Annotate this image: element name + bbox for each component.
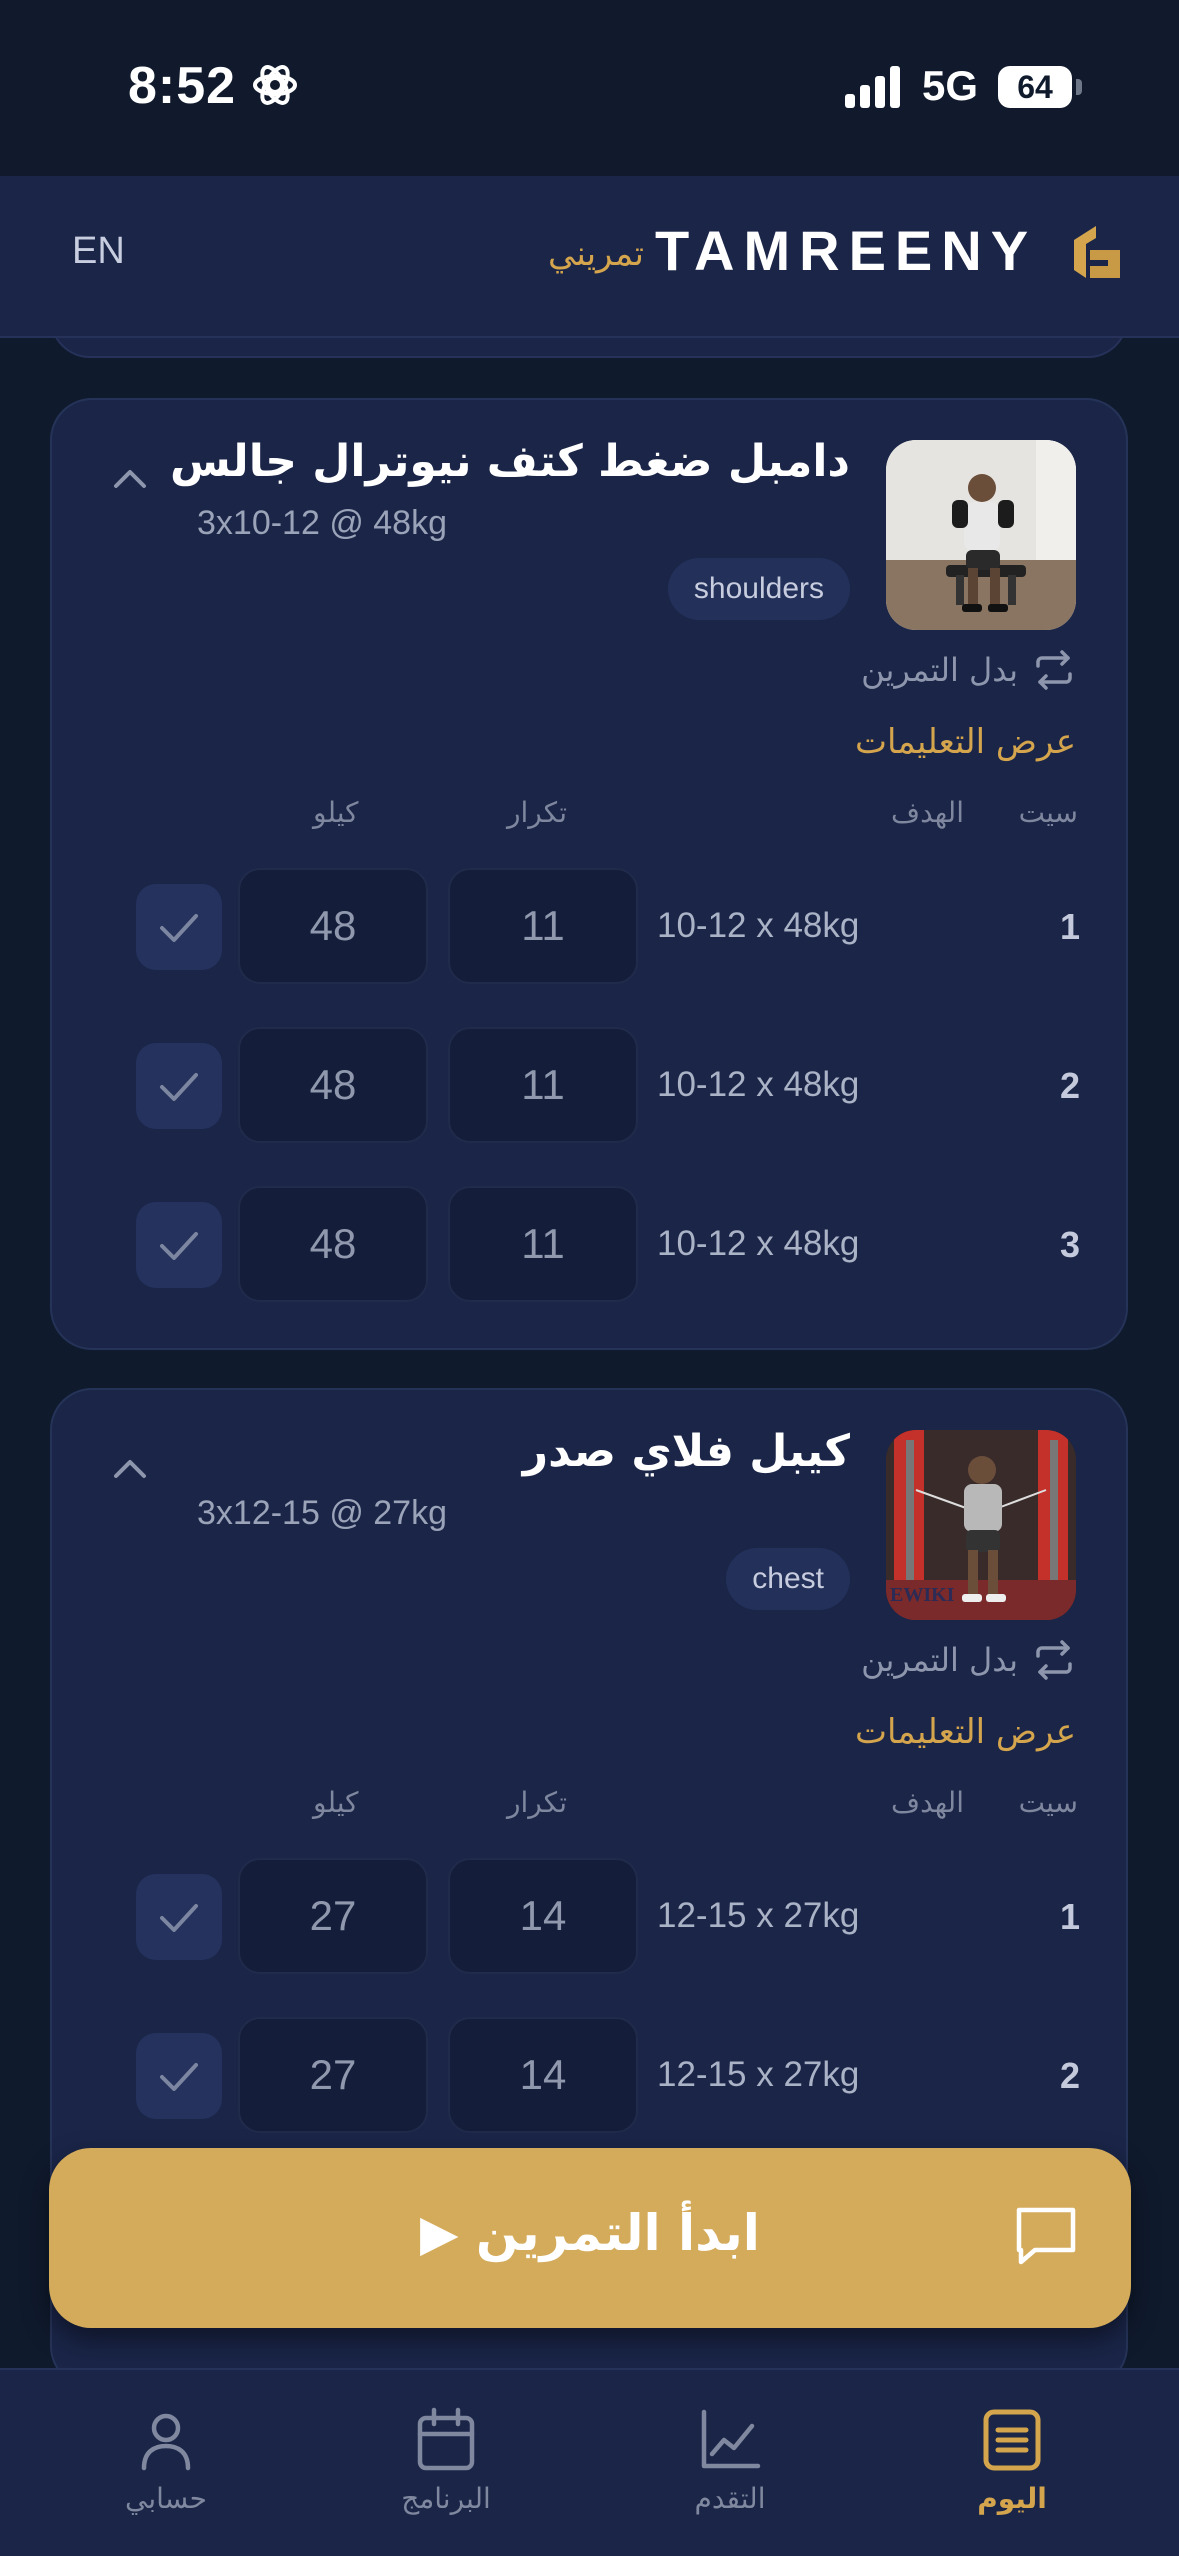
column-weight: كيلو	[313, 1786, 359, 1819]
clipboard-icon	[983, 2409, 1041, 2471]
tab-label: اليوم	[977, 2482, 1047, 2515]
show-instructions-link[interactable]: عرض التعليمات	[855, 722, 1076, 762]
calendar-icon	[417, 2407, 475, 2471]
weight-input[interactable]: 48	[238, 1027, 428, 1143]
reps-input[interactable]: 11	[448, 868, 638, 984]
language-toggle[interactable]: EN	[72, 230, 125, 273]
app-header: EN تمريني TAMREENY	[0, 176, 1179, 338]
reps-input[interactable]: 11	[448, 1027, 638, 1143]
check-icon	[160, 1073, 198, 1101]
status-bar: 8:52 5G 64	[0, 0, 1179, 176]
exercise-thumbnail[interactable]	[886, 440, 1076, 630]
set-number: 2	[1059, 1065, 1080, 1106]
show-instructions-link[interactable]: عرض التعليمات	[855, 1712, 1076, 1752]
column-set: سيت	[1018, 1786, 1078, 1819]
set-target: 12-15 x 27kg	[657, 1896, 860, 1935]
signal-icon	[845, 66, 900, 108]
tab-today[interactable]: اليوم	[912, 2406, 1112, 2515]
set-number: 1	[1059, 1896, 1080, 1937]
exercise-target: 3x10-12 @ 48kg	[197, 504, 448, 542]
gear-icon	[253, 65, 297, 105]
battery-level: 64	[998, 66, 1072, 108]
set-target: 10-12 x 48kg	[657, 1224, 860, 1263]
complete-set-button[interactable]	[136, 1043, 222, 1129]
swap-label: بدل التمرين	[861, 651, 1018, 689]
chart-icon	[701, 2409, 761, 2469]
previous-card	[50, 338, 1128, 358]
weight-input[interactable]: 48	[238, 868, 428, 984]
check-icon	[160, 914, 198, 942]
swap-icon	[1036, 650, 1072, 690]
check-icon	[160, 1904, 198, 1932]
muscle-tag: shoulders	[667, 558, 850, 620]
exercise-thumbnail[interactable]: EWIKI	[886, 1430, 1076, 1620]
brand-logo-icon	[1074, 226, 1120, 278]
complete-set-button[interactable]	[136, 884, 222, 970]
thumbnail-caption: EWIKI	[890, 1584, 955, 1606]
complete-set-button[interactable]	[136, 2033, 222, 2119]
exercise-title: دامبل ضغط كتف نيوترال جالس	[169, 436, 850, 487]
set-number: 3	[1059, 1224, 1080, 1265]
network-label: 5G	[922, 62, 979, 109]
reps-input[interactable]: 11	[448, 1186, 638, 1302]
set-target: 12-15 x 27kg	[657, 2055, 860, 2094]
swap-exercise-button[interactable]: بدل التمرين	[861, 650, 1076, 690]
person-icon	[141, 2413, 191, 2471]
set-row: 2 12-15 x 27kg 14 27	[52, 2017, 1130, 2133]
status-time: 8:52	[128, 57, 237, 115]
start-workout-button[interactable]: ابدأ التمرين ▶	[49, 2148, 1131, 2328]
swap-exercise-button[interactable]: بدل التمرين	[861, 1640, 1076, 1680]
chevron-up-icon[interactable]	[108, 1452, 152, 1482]
swap-label: بدل التمرين	[861, 1641, 1018, 1679]
set-row: 2 10-12 x 48kg 11 48	[52, 1027, 1130, 1143]
exercise-card: دامبل ضغط كتف نيوترال جالس 3x10-12 @ 48k…	[50, 398, 1128, 1350]
set-number: 2	[1059, 2055, 1080, 2096]
set-row: 1 12-15 x 27kg 14 27	[52, 1858, 1130, 1974]
reps-input[interactable]: 14	[448, 1858, 638, 1974]
set-row: 1 10-12 x 48kg 11 48	[52, 868, 1130, 984]
column-set: سيت	[1018, 796, 1078, 829]
column-target: الهدف	[891, 796, 964, 829]
brand-name: TAMREENY	[655, 219, 1038, 282]
set-row: 3 10-12 x 48kg 11 48	[52, 1186, 1130, 1302]
set-number: 1	[1059, 906, 1080, 947]
column-reps: تكرار	[507, 1786, 568, 1819]
tab-label: التقدم	[694, 2482, 766, 2515]
tab-profile[interactable]: حسابي	[66, 2406, 266, 2515]
tab-label: البرنامج	[401, 2482, 491, 2515]
tab-label: حسابي	[125, 2482, 207, 2515]
check-icon	[160, 1232, 198, 1260]
reps-input[interactable]: 14	[448, 2017, 638, 2133]
brand-arabic: تمريني	[548, 234, 644, 274]
swap-icon	[1036, 1640, 1072, 1680]
column-reps: تكرار	[507, 796, 568, 829]
weight-input[interactable]: 48	[238, 1186, 428, 1302]
set-target: 10-12 x 48kg	[657, 1065, 860, 1104]
start-workout-label: ابدأ التمرين ▶	[420, 2204, 760, 2262]
chevron-up-icon[interactable]	[108, 462, 152, 492]
column-weight: كيلو	[313, 796, 359, 829]
tab-program[interactable]: البرنامج	[346, 2406, 546, 2515]
set-target: 10-12 x 48kg	[657, 906, 860, 945]
exercise-title: كيبل فلاي صدر	[522, 1426, 850, 1477]
chat-icon[interactable]	[1011, 2200, 1081, 2270]
workout-list[interactable]: دامبل ضغط كتف نيوترال جالس 3x10-12 @ 48k…	[0, 338, 1179, 2368]
complete-set-button[interactable]	[136, 1202, 222, 1288]
complete-set-button[interactable]	[136, 1874, 222, 1960]
muscle-tag: chest	[726, 1548, 850, 1610]
battery-icon: 64	[998, 66, 1082, 108]
exercise-target: 3x12-15 @ 27kg	[197, 1494, 448, 1532]
weight-input[interactable]: 27	[238, 2017, 428, 2133]
check-icon	[160, 2063, 198, 2091]
tab-progress[interactable]: التقدم	[630, 2406, 830, 2515]
weight-input[interactable]: 27	[238, 1858, 428, 1974]
column-target: الهدف	[891, 1786, 964, 1819]
tab-bar: حسابي البرنامج التقدم اليوم	[0, 2368, 1179, 2556]
